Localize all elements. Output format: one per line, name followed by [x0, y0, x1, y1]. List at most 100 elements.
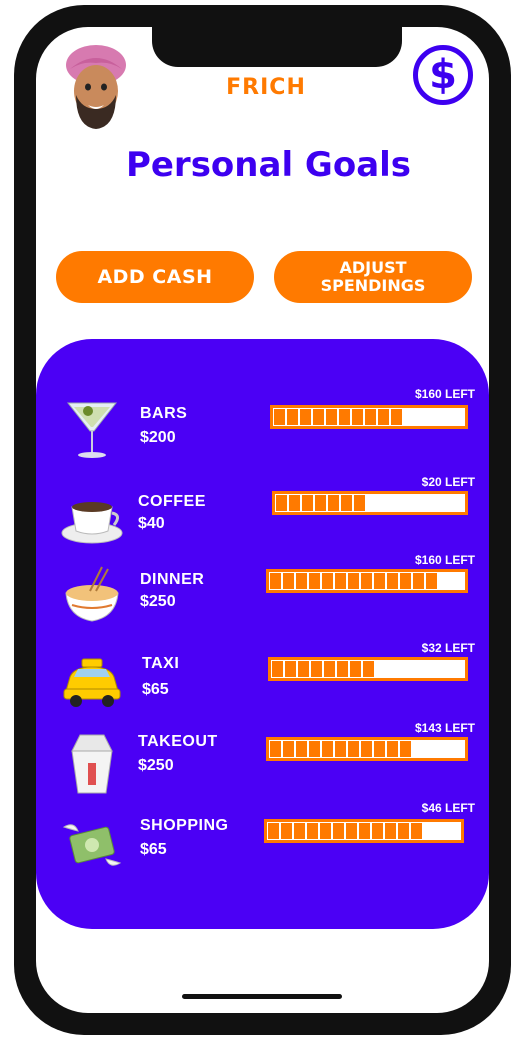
progress-segment	[315, 495, 326, 511]
progress-fill	[272, 661, 374, 677]
goal-row-dinner[interactable]: DINNER $250 $160 LEFT	[36, 553, 489, 633]
progress-segment	[361, 573, 372, 589]
progress-fill	[270, 573, 444, 589]
progress-segment	[322, 741, 333, 757]
goal-row-shopping[interactable]: SHOPPING $65 $46 LEFT	[36, 801, 489, 881]
progress-segment	[333, 823, 344, 839]
goal-name: SHOPPING	[140, 817, 229, 834]
progress-segment	[270, 573, 281, 589]
progress-segment	[413, 573, 424, 589]
progress-fill	[274, 409, 414, 425]
goal-remaining: $160 LEFT	[414, 387, 475, 401]
avatar-icon[interactable]	[62, 43, 130, 131]
progress-segment	[283, 741, 294, 757]
progress-segment	[320, 823, 331, 839]
goal-row-bars[interactable]: BARS $200 $160 LEFT	[36, 387, 489, 467]
page-title: Personal Goals	[125, 145, 412, 185]
taxi-icon	[63, 658, 121, 707]
progress-segment	[285, 661, 296, 677]
progress-segment	[426, 573, 437, 589]
progress-segment	[309, 573, 320, 589]
progress-segment	[348, 573, 359, 589]
progress-segment	[268, 823, 279, 839]
progress-segment	[352, 409, 363, 425]
progress-segment	[311, 661, 322, 677]
add-cash-button[interactable]: ADD CASH	[56, 251, 254, 303]
progress-segment	[309, 741, 320, 757]
progress-segment	[387, 573, 398, 589]
goal-name: DINNER	[140, 571, 205, 588]
progress-segment	[302, 495, 313, 511]
progress-segment	[391, 409, 402, 425]
progress-segment	[372, 823, 383, 839]
goal-row-takeout[interactable]: TAKEOUT $250 $143 LEFT	[36, 721, 489, 801]
progress-fill	[270, 741, 414, 757]
progress-segment	[341, 495, 352, 511]
progress-segment	[359, 823, 370, 839]
progress-segment	[348, 741, 359, 757]
progress-segment	[294, 823, 305, 839]
progress-segment	[354, 495, 365, 511]
progress-segment	[322, 573, 333, 589]
goal-amount: $40	[138, 515, 165, 532]
progress-segment	[296, 573, 307, 589]
progress-segment	[307, 823, 318, 839]
brand-logo: FRICH	[226, 75, 306, 100]
progress-segment	[289, 495, 300, 511]
goal-amount: $200	[140, 429, 176, 446]
screen: FRICH $ Personal Goals ADD CASH ADJUST S…	[36, 27, 489, 1013]
progress-segment	[281, 823, 292, 839]
goal-row-coffee[interactable]: COFFEE $40 $20 LEFT	[36, 475, 489, 555]
progress-segment	[350, 661, 361, 677]
progress-segment	[398, 823, 409, 839]
progress-segment	[363, 661, 374, 677]
goal-remaining: $46 LEFT	[421, 801, 475, 815]
goal-name: BARS	[140, 405, 188, 422]
goal-row-taxi[interactable]: TAXI $65 $32 LEFT	[36, 641, 489, 721]
goal-remaining: $32 LEFT	[421, 641, 475, 655]
goal-name: TAKEOUT	[138, 733, 218, 750]
progress-segment	[328, 495, 339, 511]
progress-segment	[411, 823, 422, 839]
progress-segment	[274, 409, 285, 425]
progress-segment	[374, 573, 385, 589]
progress-segment	[296, 741, 307, 757]
progress-segment	[283, 573, 294, 589]
progress-segment	[339, 409, 350, 425]
goal-progress-bar	[266, 737, 468, 761]
goal-progress-bar	[268, 657, 468, 681]
goal-amount: $65	[140, 841, 167, 858]
progress-segment	[272, 661, 283, 677]
phone-frame: FRICH $ Personal Goals ADD CASH ADJUST S…	[14, 5, 511, 1035]
progress-fill	[276, 495, 374, 511]
goal-name: COFFEE	[138, 493, 206, 510]
progress-segment	[337, 661, 348, 677]
progress-segment	[270, 741, 281, 757]
adjust-spendings-button[interactable]: ADJUST SPENDINGS	[274, 251, 472, 303]
takeout-box-icon	[71, 734, 113, 794]
progress-segment	[313, 409, 324, 425]
progress-segment	[374, 741, 385, 757]
flying-money-icon	[62, 824, 122, 866]
coffee-cup-icon	[61, 502, 123, 544]
goal-amount: $250	[140, 593, 176, 610]
dollar-icon[interactable]: $	[413, 45, 473, 105]
goal-remaining: $160 LEFT	[414, 553, 475, 567]
progress-segment	[287, 409, 298, 425]
progress-segment	[387, 741, 398, 757]
progress-segment	[400, 573, 411, 589]
progress-segment	[346, 823, 357, 839]
cocktail-icon	[66, 402, 118, 458]
home-indicator[interactable]	[182, 994, 342, 999]
progress-segment	[276, 495, 287, 511]
phone-notch	[152, 27, 402, 67]
adjust-label-line2: SPENDINGS	[320, 276, 426, 295]
progress-fill	[268, 823, 428, 839]
progress-segment	[385, 823, 396, 839]
goal-progress-bar	[270, 405, 468, 429]
goal-amount: $250	[138, 757, 174, 774]
progress-segment	[335, 741, 346, 757]
noodle-bowl-icon	[65, 566, 119, 622]
progress-segment	[400, 741, 411, 757]
progress-segment	[365, 409, 376, 425]
